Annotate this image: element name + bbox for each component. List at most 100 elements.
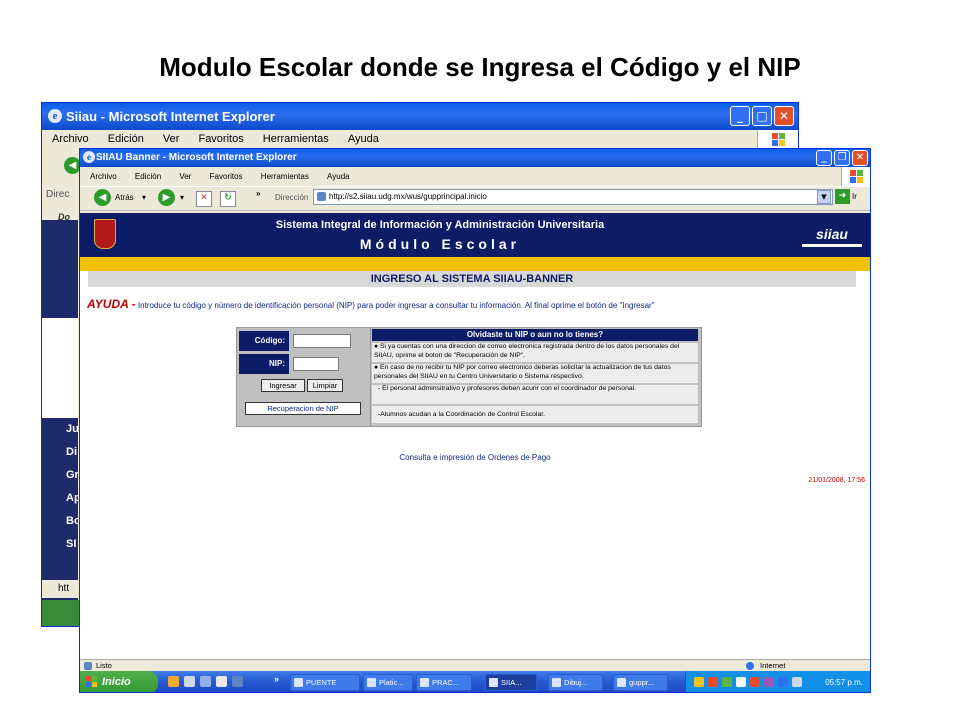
go-arrow-icon[interactable]: ➜ [835, 189, 850, 204]
back-dropdown-icon[interactable]: ▾ [142, 193, 146, 202]
document-icon [617, 678, 626, 687]
forgot-nip-note-staff: - El personal adminsitrativo y profesore… [372, 385, 698, 404]
siiau-banner: Sistema Integral de Información y Admini… [80, 213, 870, 257]
toolbar-more-icon[interactable]: » [256, 189, 260, 198]
paint-icon [552, 678, 561, 687]
task-label: PUENTE [306, 678, 337, 687]
quicklaunch-icon[interactable] [200, 676, 211, 687]
nip-label: NIP: [239, 354, 289, 374]
front-window-title: SIIAU Banner - Microsoft Internet Explor… [96, 152, 297, 163]
task-prac[interactable]: PRAC... [416, 674, 472, 691]
tray-icon[interactable] [694, 677, 704, 687]
nip-input[interactable] [293, 357, 339, 371]
code-input[interactable] [293, 334, 351, 348]
menu-ayuda[interactable]: Ayuda [348, 133, 379, 145]
slide-title: Modulo Escolar donde se Ingresa el Códig… [159, 52, 801, 82]
forward-arrow-icon[interactable]: ▶ [158, 189, 175, 206]
address-input[interactable]: http://s2.siiau.udg.mx/wus/gupprincipal.… [313, 189, 833, 205]
tray-icon[interactable] [722, 677, 732, 687]
task-guppr[interactable]: guppr... [613, 674, 668, 691]
menu-edicion[interactable]: Edición [135, 172, 161, 181]
menu-favoritos[interactable]: Favoritos [198, 133, 243, 145]
quicklaunch-icon[interactable] [168, 676, 179, 687]
banner-subtitle: Módulo Escolar [359, 236, 521, 252]
front-browser-window[interactable]: e SIIAU Banner - Microsoft Internet Expl… [79, 148, 871, 693]
clear-button[interactable]: Limpiar [307, 379, 343, 392]
back-sidebar-link[interactable]: SI [66, 538, 76, 550]
document-icon [420, 678, 429, 687]
back-sidebar-link[interactable]: Di [66, 446, 77, 458]
menu-ver[interactable]: Ver [163, 133, 180, 145]
restore-icon[interactable]: ❐ [834, 150, 850, 166]
system-tray: 05:57 p.m. [685, 671, 870, 692]
tray-icon[interactable] [764, 677, 774, 687]
back-sidebar-link[interactable]: Ju [66, 423, 79, 435]
back-arrow-icon[interactable]: ◀ [94, 189, 111, 206]
ie-icon [489, 678, 498, 687]
back-taskbar-stub [42, 600, 82, 626]
back-sidebar-link[interactable]: Gr [66, 469, 79, 481]
task-label: guppr... [629, 678, 655, 687]
quicklaunch-icon[interactable] [184, 676, 195, 687]
back-title-bar[interactable]: e Siiau - Microsoft Internet Explorer _ … [42, 103, 798, 130]
task-label: Dibuj... [564, 678, 588, 687]
tray-icon[interactable] [708, 677, 718, 687]
stop-icon[interactable]: ✕ [196, 191, 212, 207]
clock: 05:57 p.m. [825, 678, 863, 687]
quicklaunch-more-icon[interactable]: » [274, 674, 279, 684]
menu-favoritos[interactable]: Favoritos [210, 172, 243, 181]
task-siiau[interactable]: SIIA... [485, 674, 537, 691]
menu-ayuda[interactable]: Ayuda [327, 172, 350, 181]
page-status-icon [84, 662, 92, 670]
payment-orders-link[interactable]: Consulta e impresión de Ordenes de Pago [80, 453, 870, 462]
help-instructions: AYUDA - Introduce tu código y número de … [87, 297, 867, 311]
address-url: http://s2.siiau.udg.mx/wus/gupprincipal.… [329, 192, 487, 201]
tray-icon[interactable] [750, 677, 760, 687]
forward-dropdown-icon[interactable]: ▾ [180, 193, 184, 202]
task-label: PRAC... [432, 678, 460, 687]
forgot-nip-note-students: -Alumnos acudan a la Coordinación de Con… [372, 406, 698, 423]
close-icon[interactable]: ✕ [774, 106, 794, 126]
address-dropdown-icon[interactable]: ▼ [817, 190, 831, 204]
menu-edicion[interactable]: Edición [108, 133, 144, 145]
menu-ver[interactable]: Ver [179, 172, 191, 181]
help-label: AYUDA - [87, 297, 136, 311]
tray-icon[interactable] [778, 677, 788, 687]
internet-zone-icon [746, 662, 754, 670]
menu-archivo[interactable]: Archivo [90, 172, 117, 181]
help-text: Introduce tu código y número de identifi… [137, 301, 655, 310]
start-button[interactable]: Inicio [80, 671, 158, 692]
maximize-icon[interactable]: □ [752, 106, 772, 126]
forgot-nip-title: Olvidaste tu NIP o aun no lo tienes? [372, 329, 698, 341]
quicklaunch-icon[interactable] [216, 676, 227, 687]
task-dibuj[interactable]: Dibuj... [548, 674, 603, 691]
taskbar: Inicio » PUENTE Platic... PRAC... SIIA..… [80, 671, 870, 692]
tray-icon[interactable] [792, 677, 802, 687]
quicklaunch-icon[interactable] [232, 676, 243, 687]
back-menu-bar: Archivo Edición Ver Favoritos Herramient… [42, 130, 798, 149]
refresh-icon[interactable]: ↻ [220, 191, 236, 207]
page-heading: INGRESO AL SISTEMA SIIAU-BANNER [88, 271, 856, 287]
recover-nip-button[interactable]: Recuperacion de NIP [245, 402, 361, 415]
timestamp: 21/01/2008, 17:56 [808, 477, 865, 484]
page-icon [317, 192, 326, 201]
menu-herramientas[interactable]: Herramientas [263, 133, 329, 145]
front-title-bar[interactable]: e SIIAU Banner - Microsoft Internet Expl… [80, 149, 870, 167]
windows-flag-icon [757, 130, 798, 149]
close-icon[interactable]: ✕ [852, 150, 868, 166]
menu-herramientas[interactable]: Herramientas [261, 172, 309, 181]
back-button-label[interactable]: Atrás [115, 193, 134, 202]
page-content: Sistema Integral de Información y Admini… [80, 213, 870, 659]
minimize-icon[interactable]: _ [730, 106, 750, 126]
task-platic[interactable]: Platic... [363, 674, 413, 691]
document-icon [367, 678, 376, 687]
minimize-icon[interactable]: _ [816, 150, 832, 166]
go-button-label[interactable]: Ir [852, 192, 857, 201]
tray-icon[interactable] [736, 677, 746, 687]
banner-title: Sistema Integral de Información y Admini… [275, 219, 605, 231]
login-button[interactable]: Ingresar [261, 379, 305, 392]
task-puente[interactable]: PUENTE [290, 674, 360, 691]
menu-archivo[interactable]: Archivo [52, 133, 89, 145]
forgot-nip-bullet-2: ● En caso de no recibir tu NIP por corre… [372, 364, 698, 383]
university-crest-icon [94, 219, 116, 249]
